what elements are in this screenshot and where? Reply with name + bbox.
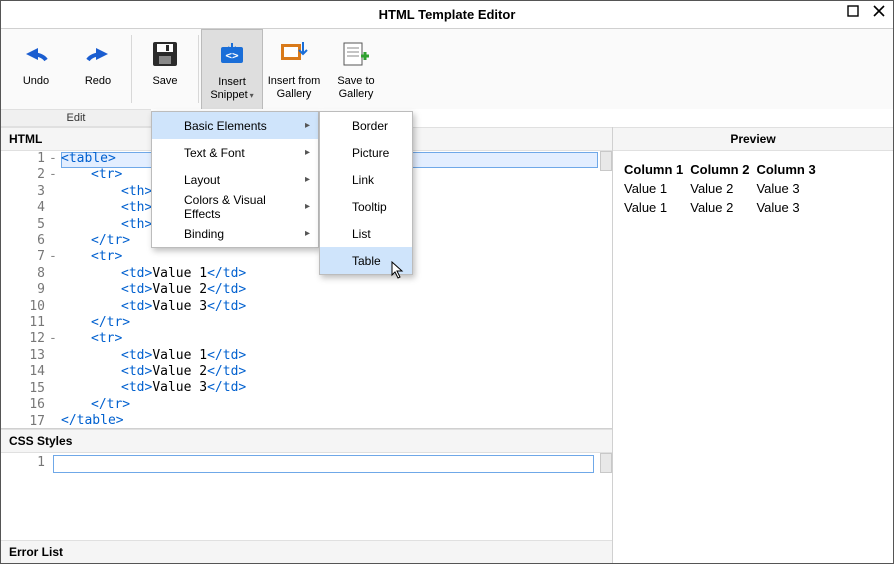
insert-snippet-icon: <>: [217, 36, 247, 74]
gallery-save-icon: [341, 35, 371, 73]
preview-content: Column 1Column 2Column 3Value 1Value 2Va…: [613, 151, 893, 226]
submenu-item[interactable]: Table: [320, 247, 412, 274]
menu-item[interactable]: Text & Font: [152, 139, 318, 166]
preview-panel: Preview Column 1Column 2Column 3Value 1V…: [613, 127, 893, 563]
close-icon[interactable]: [873, 5, 885, 17]
preview-cell: Value 1: [623, 180, 687, 197]
menu-item[interactable]: Layout: [152, 166, 318, 193]
preview-cell: Value 2: [689, 180, 753, 197]
insert-snippet-button[interactable]: <> Insert Snippet▾: [201, 29, 263, 109]
title-bar: HTML Template Editor: [1, 1, 893, 29]
submenu-item[interactable]: Picture: [320, 139, 412, 166]
submenu-item[interactable]: Border: [320, 112, 412, 139]
toolbar-separator: [198, 35, 199, 103]
submenu-item[interactable]: List: [320, 220, 412, 247]
submenu-item[interactable]: Tooltip: [320, 193, 412, 220]
scrollbar-thumb[interactable]: [600, 151, 612, 171]
insert-from-gallery-label: Insert from Gallery: [263, 75, 325, 101]
redo-button[interactable]: Redo: [67, 29, 129, 109]
save-to-gallery-button[interactable]: Save to Gallery: [325, 29, 387, 109]
undo-button[interactable]: Undo: [5, 29, 67, 109]
preview-col-header: Column 2: [689, 161, 753, 178]
window-title: HTML Template Editor: [379, 7, 516, 22]
toolbar: Undo Redo Save <> Insert Snippet▾ Insert…: [1, 29, 893, 109]
save-button[interactable]: Save: [134, 29, 196, 109]
css-panel-header: CSS Styles: [1, 429, 612, 453]
maximize-icon[interactable]: [847, 5, 859, 17]
css-input[interactable]: [53, 455, 594, 473]
line-number-gutter: 1234567891011121314151617: [1, 151, 49, 428]
insert-from-gallery-button[interactable]: Insert from Gallery: [263, 29, 325, 109]
undo-arrow-icon: [20, 35, 52, 73]
submenu-item[interactable]: Link: [320, 166, 412, 193]
error-list-header: Error List: [1, 540, 612, 563]
css-editor[interactable]: 1: [1, 453, 612, 540]
preview-col-header: Column 3: [755, 161, 819, 178]
css-line-number: 1: [1, 453, 49, 540]
toolbar-group-label: Edit: [1, 109, 151, 127]
menu-item[interactable]: Basic Elements: [152, 112, 318, 139]
scrollbar-thumb[interactable]: [600, 453, 612, 473]
floppy-disk-icon: [151, 35, 179, 73]
insert-snippet-label: Insert Snippet▾: [202, 76, 262, 102]
menu-item[interactable]: Binding: [152, 220, 318, 247]
toolbar-separator: [131, 35, 132, 103]
preview-col-header: Column 1: [623, 161, 687, 178]
preview-cell: Value 2: [689, 199, 753, 216]
redo-arrow-icon: [82, 35, 114, 73]
save-label: Save: [152, 75, 177, 88]
basic-elements-submenu[interactable]: BorderPictureLinkTooltipListTable: [319, 111, 413, 275]
redo-label: Redo: [85, 75, 111, 88]
dropdown-caret-icon: ▾: [250, 91, 254, 100]
gallery-insert-icon: [279, 35, 309, 73]
preview-header: Preview: [613, 127, 893, 151]
save-to-gallery-label: Save to Gallery: [325, 75, 387, 101]
undo-label: Undo: [23, 75, 49, 88]
preview-table: Column 1Column 2Column 3Value 1Value 2Va…: [621, 159, 822, 218]
preview-cell: Value 1: [623, 199, 687, 216]
preview-cell: Value 3: [755, 199, 819, 216]
fold-column[interactable]: -- - -: [49, 151, 61, 428]
menu-item[interactable]: Colors & Visual Effects: [152, 193, 318, 220]
preview-cell: Value 3: [755, 180, 819, 197]
insert-snippet-menu[interactable]: Basic ElementsText & FontLayoutColors & …: [151, 111, 319, 248]
main-area: HTML 1234567891011121314151617 -- - - <t…: [1, 127, 893, 563]
